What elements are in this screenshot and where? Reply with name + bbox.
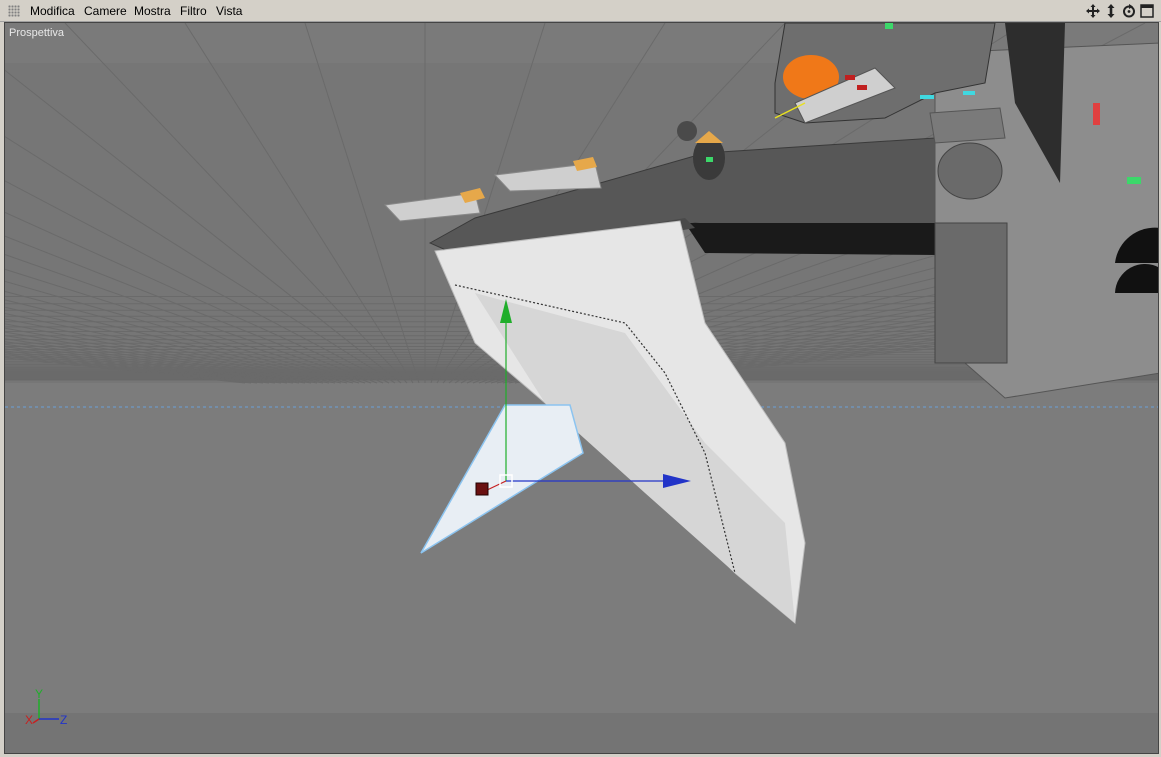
menu-modifica[interactable]: Modifica <box>30 4 75 18</box>
menu-camere[interactable]: Camere <box>84 4 127 18</box>
axis-y-label: Y <box>35 687 43 701</box>
gizmo-x-handle[interactable] <box>475 482 489 496</box>
menu-filtro[interactable]: Filtro <box>180 4 207 18</box>
axis-x-label: X <box>25 713 33 727</box>
menu-grip-icon[interactable] <box>8 5 20 17</box>
perspective-viewport[interactable]: Y X Z Prospettiva <box>4 22 1159 754</box>
view-tool-icons <box>1085 3 1155 19</box>
move-view-icon[interactable] <box>1085 3 1101 19</box>
axis-z-label: Z <box>60 713 67 727</box>
view-name-label: Prospettiva <box>9 27 65 39</box>
menu-mostra[interactable]: Mostra <box>134 4 171 18</box>
rotate-view-icon[interactable] <box>1121 3 1137 19</box>
menu-vista[interactable]: Vista <box>216 4 242 18</box>
maximize-view-icon[interactable] <box>1139 3 1155 19</box>
menu-bar: Modifica Camere Mostra Filtro Vista <box>0 0 1161 22</box>
viewport-scene[interactable]: Y X Z <box>5 23 1159 754</box>
dolly-view-icon[interactable] <box>1103 3 1119 19</box>
